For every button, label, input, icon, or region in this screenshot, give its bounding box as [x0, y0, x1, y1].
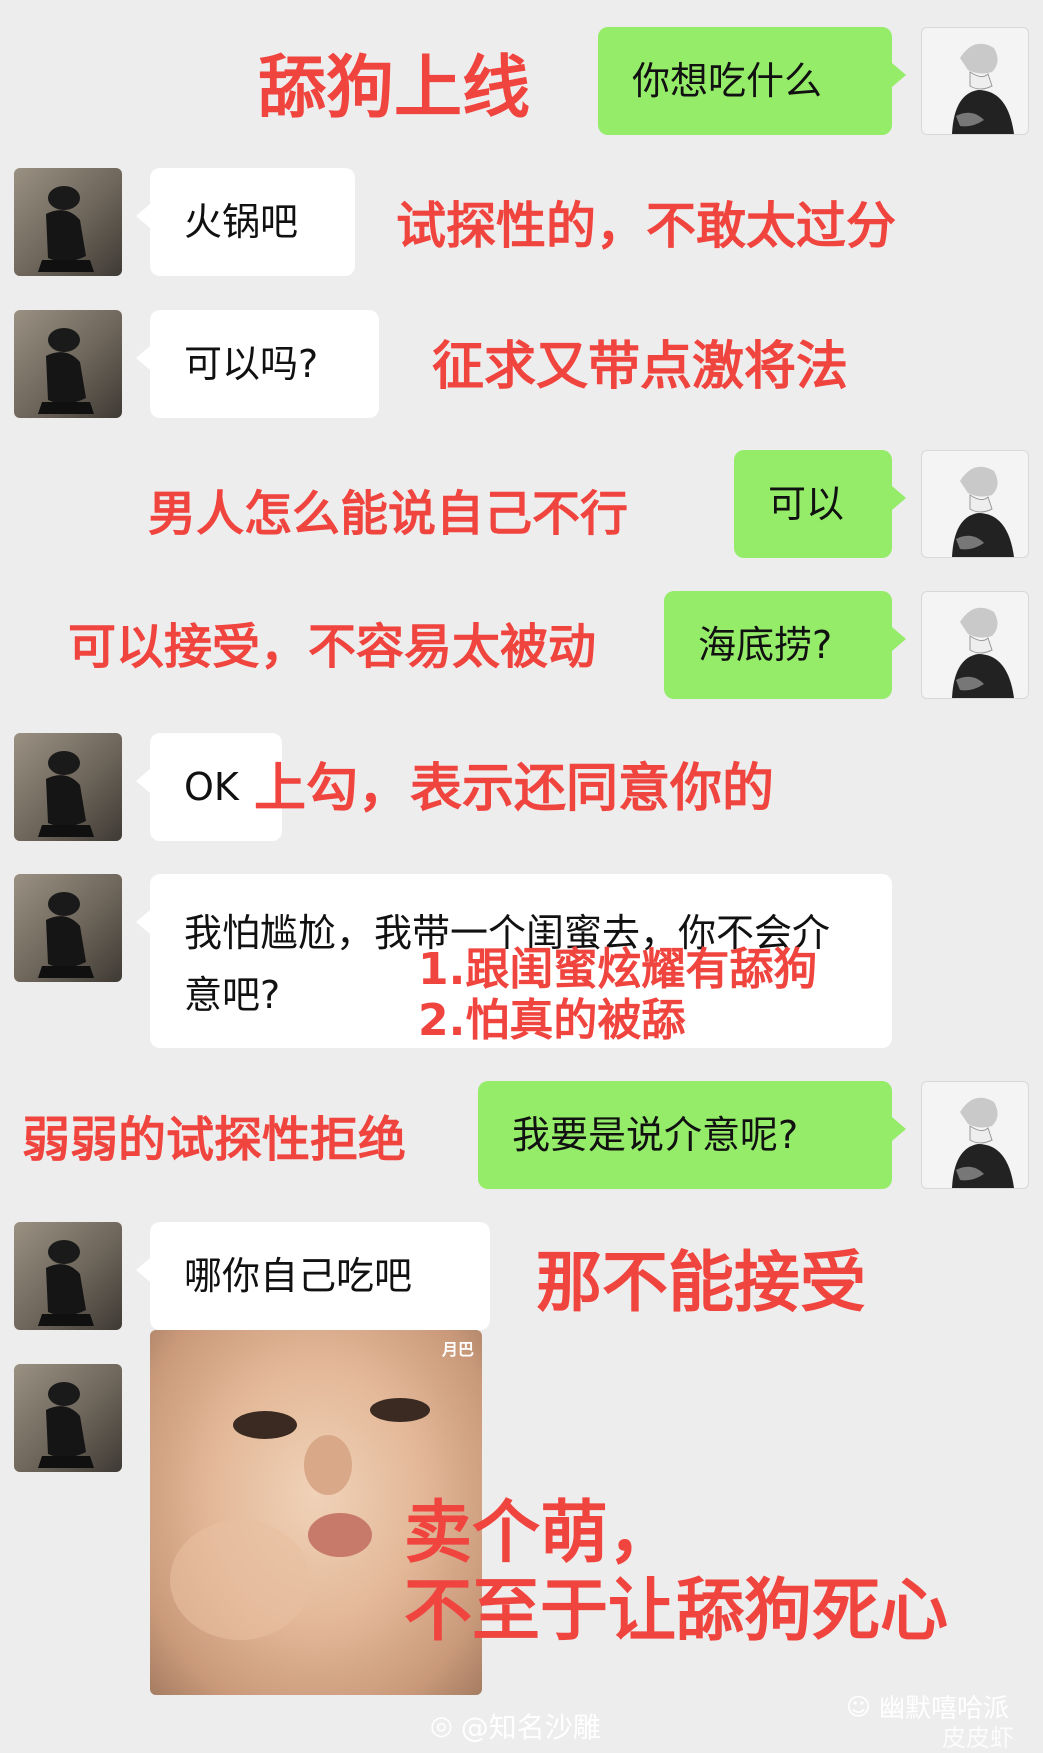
avatar-me[interactable]	[921, 450, 1029, 558]
annotation-text: 弱弱的试探性拒绝	[22, 1112, 407, 1168]
message-bubble-sent[interactable]: 海底捞?	[664, 591, 906, 699]
avatar-me[interactable]	[921, 27, 1029, 135]
weibo-watermark: ◎ @知名沙雕	[430, 1706, 601, 1746]
avatar-her[interactable]	[14, 1222, 122, 1330]
wechat-icon: ☺	[846, 1692, 872, 1721]
avatar-her[interactable]	[14, 874, 122, 982]
annotation-text: 那不能接受	[536, 1244, 866, 1321]
annotation-text: 男人怎么能说自己不行	[148, 486, 629, 542]
message-bubble-sent[interactable]: 可以	[734, 450, 906, 558]
weibo-icon: ◎	[430, 1711, 453, 1741]
message-bubble-received[interactable]: 哪你自己吃吧	[136, 1222, 490, 1330]
weibo-handle: @知名沙雕	[460, 1711, 601, 1744]
avatar-me[interactable]	[921, 591, 1029, 699]
annotation-text: 试探性的，不敢太过分	[396, 197, 896, 255]
annotation-text: 1.跟闺蜜炫耀有舔狗 2.怕真的被舔	[418, 944, 818, 1046]
annotation-text: 舔狗上线	[258, 49, 531, 128]
avatar-me[interactable]	[921, 1081, 1029, 1189]
avatar-her[interactable]	[14, 1364, 122, 1472]
avatar-her[interactable]	[14, 733, 122, 841]
message-bubble-sent[interactable]: 你想吃什么	[598, 27, 906, 135]
annotation-text: 征求又带点激将法	[432, 337, 849, 397]
annotation-text: 卖个萌， 不至于让舔狗死心	[404, 1494, 949, 1652]
message-bubble-received[interactable]: 火锅吧	[136, 168, 355, 276]
sticker-corner-label: 月巴	[441, 1340, 474, 1359]
annotation-text: 可以接受，不容易太被动	[68, 619, 597, 675]
brand-watermark: 皮皮虾	[942, 1724, 1014, 1752]
message-bubble-sent[interactable]: 我要是说介意呢?	[478, 1081, 906, 1189]
avatar-her[interactable]	[14, 168, 122, 276]
message-bubble-received[interactable]: 可以吗?	[136, 310, 379, 418]
avatar-her[interactable]	[14, 310, 122, 418]
annotation-text: 上勾，表示还同意你的	[254, 759, 775, 819]
